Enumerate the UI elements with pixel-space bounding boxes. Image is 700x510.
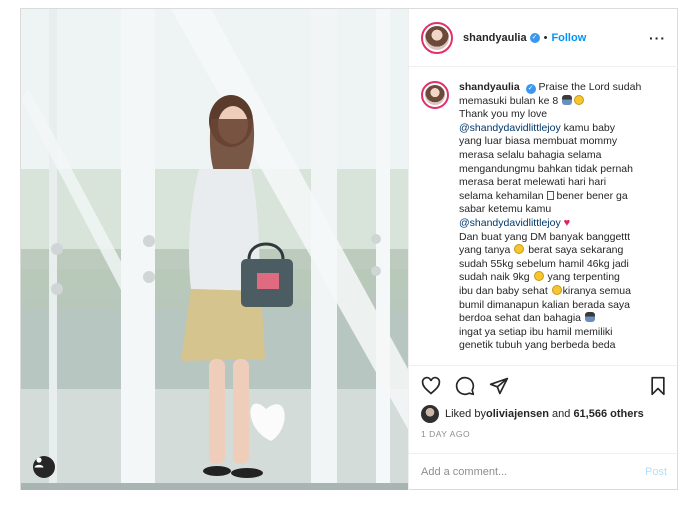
likes-summary: Liked by oliviajensen and 61,566 others — [421, 405, 644, 423]
caption-line: memasuki bulan ke 8 — [459, 94, 559, 107]
instagram-post: shandyaulia ✓ • Follow ··· shandyaulia ✓… — [20, 8, 679, 490]
liker-username[interactable]: oliviajensen — [486, 408, 549, 420]
unknown-glyph-icon — [546, 190, 554, 200]
praying-emoji-icon — [584, 312, 595, 323]
smiling-face-emoji-icon — [574, 94, 585, 105]
more-options-icon[interactable]: ··· — [649, 30, 666, 46]
caption-line: ibu dan baby sehat — [459, 284, 548, 297]
heart-emoji-icon: ♥ — [563, 216, 571, 229]
post-timestamp[interactable]: 1 DAY AGO — [421, 429, 470, 439]
add-comment-input[interactable]: Add a comment... — [421, 466, 507, 478]
header-username[interactable]: shandyaulia — [463, 32, 527, 44]
verified-badge-icon: ✓ — [525, 84, 536, 94]
avatar[interactable] — [421, 21, 453, 54]
caption-line: bener bener ga — [553, 189, 628, 202]
caption-line: berdoa sehat dan bahagia — [459, 312, 582, 325]
caption-line: merasa berat melewati hari hari — [459, 176, 607, 189]
caption-line: selama kehamilan — [459, 189, 544, 202]
likes-prefix: Liked by — [445, 408, 486, 420]
separator-dot: • — [543, 31, 548, 44]
caption-line: sudah 55kg sebelum hamil 46kg jadi — [459, 257, 629, 270]
caption-line: mengandungmu bahkan tidak pernah — [459, 162, 633, 175]
caption-line: kamu baby — [560, 121, 615, 134]
heart-outline-icon[interactable] — [421, 376, 441, 396]
caption-line: ingat ya setiap ibu hamil memiliki — [459, 325, 613, 338]
mention-link[interactable]: @shandydavidlittlejoy — [459, 122, 561, 134]
grin-emoji-icon — [551, 284, 562, 295]
share-icon[interactable] — [489, 376, 509, 396]
post-header: shandyaulia ✓ • Follow ··· — [409, 9, 678, 67]
caption-line: berat saya sekarang — [525, 244, 624, 257]
caption-text: shandyaulia ✓ Praise the Lord sudah mema… — [459, 81, 665, 353]
caption-line: yang tanya — [459, 244, 511, 257]
verified-badge-icon: ✓ — [529, 32, 540, 43]
caption-avatar[interactable] — [421, 81, 449, 109]
post-sidebar: shandyaulia ✓ • Follow ··· shandyaulia ✓… — [408, 9, 679, 490]
mention-link[interactable]: @shandydavidlittlejoy — [459, 217, 561, 229]
pregnant-woman-emoji-icon — [562, 94, 573, 105]
follow-button[interactable]: Follow — [551, 32, 586, 44]
caption-username[interactable]: shandyaulia — [459, 81, 520, 93]
bookmark-icon[interactable] — [649, 376, 667, 396]
photo-scene — [21, 9, 408, 490]
caption-line: Dan buat yang DM banyak banggettt — [459, 230, 631, 243]
caption-line: Thank you my love — [459, 108, 548, 121]
caption-line: merasa selalu bahagia selama — [459, 148, 602, 161]
caption-line: yang terpenting — [544, 271, 620, 284]
caption-line: yang luar biasa membuat mommy — [459, 135, 618, 148]
action-bar — [409, 365, 679, 405]
post-comment-button[interactable]: Post — [645, 466, 667, 478]
add-comment-bar: Add a comment... Post — [409, 453, 679, 490]
caption-line: sabar ketemu kamu — [459, 203, 552, 216]
comment-icon[interactable] — [455, 376, 475, 396]
likes-count[interactable]: 61,566 others — [573, 408, 643, 420]
smile-emoji-icon — [533, 271, 544, 282]
post-photo[interactable] — [21, 9, 408, 490]
comments-area[interactable]: shandyaulia ✓ Praise the Lord sudah mema… — [409, 67, 679, 365]
caption-line: kiranya semua — [562, 284, 631, 297]
caption-line: Praise the Lord sudah — [538, 81, 642, 93]
user-tag-icon[interactable] — [33, 456, 55, 478]
caption-line: sudah naik 9kg — [459, 271, 530, 284]
liker-avatar[interactable] — [421, 405, 439, 423]
caption-comment: shandyaulia ✓ Praise the Lord sudah mema… — [421, 81, 667, 353]
caption-line: bumil dimanapun kalian berada saya — [459, 298, 631, 311]
likes-middle: and — [548, 408, 574, 420]
sweat-smile-emoji-icon — [514, 244, 525, 255]
caption-line: genetik tubuh yang berbeda beda — [459, 339, 616, 352]
